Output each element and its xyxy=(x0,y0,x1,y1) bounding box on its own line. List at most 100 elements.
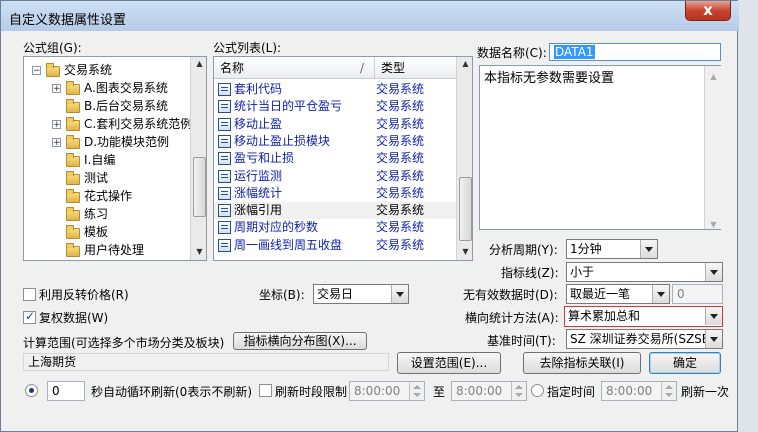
fixed-time-input: 8:00:00 xyxy=(601,381,677,401)
chevron-down-icon xyxy=(705,263,722,281)
list-item[interactable]: 涨幅统计 交易系统 xyxy=(214,185,456,202)
tree-item-label: 交易系统 xyxy=(64,63,113,77)
folder-icon xyxy=(66,243,80,257)
check-icon: ✓ xyxy=(25,309,36,323)
reverse-price-checkbox[interactable] xyxy=(23,288,36,301)
period-select[interactable]: 1分钟 xyxy=(566,239,658,259)
formula-icon xyxy=(218,221,231,235)
tree-item[interactable]: 花式操作 xyxy=(24,187,190,205)
coordinate-label: 坐标(B): xyxy=(259,288,305,302)
tree-item-label: 练习 xyxy=(84,207,109,221)
column-header-name[interactable]: 名称 / xyxy=(214,57,374,79)
tree-item-label: I.自编 xyxy=(84,153,116,167)
formula-type: 交易系统 xyxy=(376,82,425,96)
dialog-window: 自定义数据属性设置 x 公式组(G): − 交易系统 + A.图表交易系统 B.后台交易… xyxy=(0,0,739,432)
data-name-input[interactable]: DATA1 xyxy=(549,43,721,61)
list-item[interactable]: 套利代码 交易系统 xyxy=(214,81,456,98)
list-item[interactable]: 统计当日的平仓盈亏 交易系统 xyxy=(214,98,456,115)
formula-name: 盈亏和止损 xyxy=(234,151,295,166)
description-scrollbar[interactable]: ▲ ▼ xyxy=(704,66,721,229)
refresh-from-input: 8:00:00 xyxy=(349,381,425,401)
list-item[interactable]: 盈亏和止损 交易系统 xyxy=(214,150,456,167)
scroll-down-icon[interactable]: ▼ xyxy=(191,247,206,256)
horizontal-stat-label: 横向统计方法(A): xyxy=(465,311,559,325)
list-item[interactable]: 运行监测 交易系统 xyxy=(214,168,456,185)
folder-icon xyxy=(66,171,80,185)
formula-icon xyxy=(218,83,231,96)
tree-item-label: 模板 xyxy=(84,225,109,239)
collapse-icon[interactable]: − xyxy=(32,66,41,76)
remove-link-button[interactable]: 去除指标关联(I) xyxy=(523,352,641,374)
tree-item[interactable]: + A.图表交易系统 xyxy=(24,79,190,97)
tree-item-label: 测试 xyxy=(84,171,109,185)
tree-item[interactable]: B.后台交易系统 xyxy=(24,97,190,115)
tree-item[interactable]: + C.套利交易系统范例 xyxy=(24,115,192,133)
indicator-line-select[interactable]: 小于 xyxy=(566,262,723,282)
distribution-chart-button[interactable]: 指标横向分布图(X)... xyxy=(233,332,367,350)
scroll-up-icon: ▲ xyxy=(710,72,717,81)
formula-name: 运行监测 xyxy=(234,168,283,183)
scroll-thumb[interactable] xyxy=(193,157,206,217)
formula-name: 移动止盈 xyxy=(234,116,283,131)
formula-icon xyxy=(218,152,231,166)
scroll-down-icon[interactable]: ▼ xyxy=(457,247,472,256)
refresh-to-input: 8:00:00 xyxy=(451,381,527,401)
invalid-data-select[interactable]: 取最近一笔 xyxy=(566,284,670,304)
expand-icon[interactable]: + xyxy=(52,84,61,94)
formula-group-label: 公式组(G): xyxy=(23,41,82,55)
scroll-up-icon[interactable]: ▲ xyxy=(191,59,206,68)
formula-icon xyxy=(218,117,231,131)
chevron-down-icon xyxy=(705,330,722,348)
close-icon: x xyxy=(703,1,713,19)
scroll-up-icon[interactable]: ▲ xyxy=(457,59,472,68)
list-scrollbar[interactable]: ▲ ▼ xyxy=(456,57,472,260)
refresh-once-label[interactable]: 刷新一次 xyxy=(681,385,729,399)
list-item[interactable]: 移动止盈 交易系统 xyxy=(214,116,456,133)
tree-item[interactable]: − 交易系统 xyxy=(24,61,190,79)
ok-button[interactable]: 确定 xyxy=(649,352,721,374)
scroll-down-icon: ▼ xyxy=(710,220,717,229)
formula-list[interactable]: 名称 / 类型 套利代码 交易系统 统计当日的平仓盈亏 交易系统 移动止盈 交易系统 移动止… xyxy=(213,56,473,261)
chevron-down-icon xyxy=(640,240,657,258)
expand-icon[interactable]: + xyxy=(52,138,61,148)
close-button[interactable]: x xyxy=(685,1,731,21)
base-time-select[interactable]: SZ 深圳证券交易所(SZSE) xyxy=(566,329,723,349)
list-item[interactable]: 移动止盈止损模块 交易系统 xyxy=(214,133,456,150)
tree-item[interactable]: 练习 xyxy=(24,205,190,223)
calc-range-label: 计算范围(可选择多个市场分类及板块) xyxy=(23,336,225,350)
list-item[interactable]: 周期对应的秒数 交易系统 xyxy=(214,219,456,236)
folder-icon xyxy=(66,81,80,95)
column-header-type[interactable]: 类型 xyxy=(374,57,456,79)
tree-item[interactable]: 用户待处理 xyxy=(24,241,190,259)
tree-item[interactable]: 模板 xyxy=(24,223,190,241)
folder-icon xyxy=(66,207,80,221)
scroll-thumb[interactable] xyxy=(459,177,472,241)
tree-item[interactable]: I.自编 xyxy=(24,151,190,169)
fixed-time-radio[interactable] xyxy=(531,384,544,397)
adjusted-data-checkbox[interactable]: ✓ xyxy=(23,309,36,324)
base-time-label: 基准时间(T): xyxy=(487,334,556,348)
folder-icon xyxy=(66,99,80,113)
reverse-price-label: 利用反转价格(R) xyxy=(39,288,129,302)
formula-icon xyxy=(218,134,231,148)
horizontal-stat-select[interactable]: 算术累加总和 xyxy=(564,306,723,327)
chevron-down-icon xyxy=(705,307,722,325)
formula-group-tree[interactable]: − 交易系统 + A.图表交易系统 B.后台交易系统 + C.套利交易系统范例 + D.功能模块… xyxy=(23,56,207,261)
refresh-seconds-input[interactable]: 0 xyxy=(47,381,85,401)
period-limit-checkbox[interactable] xyxy=(259,384,272,397)
list-item[interactable]: 涨幅引用 交易系统 xyxy=(214,202,456,220)
tree-item[interactable]: + D.功能模块范例 xyxy=(24,133,190,151)
folder-icon xyxy=(66,225,80,239)
formula-type: 交易系统 xyxy=(376,220,425,235)
set-range-button[interactable]: 设置范围(E)... xyxy=(397,352,501,374)
tree-scrollbar[interactable]: ▲ ▼ xyxy=(190,57,206,260)
to-label: 至 xyxy=(433,385,446,399)
auto-refresh-radio[interactable] xyxy=(25,384,38,397)
expand-icon[interactable]: + xyxy=(52,120,61,130)
formula-name: 周期对应的秒数 xyxy=(234,220,319,235)
formula-name: 套利代码 xyxy=(234,82,283,96)
tree-item[interactable]: 测试 xyxy=(24,169,190,187)
folder-icon xyxy=(66,189,80,203)
list-item[interactable]: 周一画线到周五收盘 交易系统 xyxy=(214,237,456,254)
coordinate-select[interactable]: 交易日 xyxy=(313,284,409,304)
